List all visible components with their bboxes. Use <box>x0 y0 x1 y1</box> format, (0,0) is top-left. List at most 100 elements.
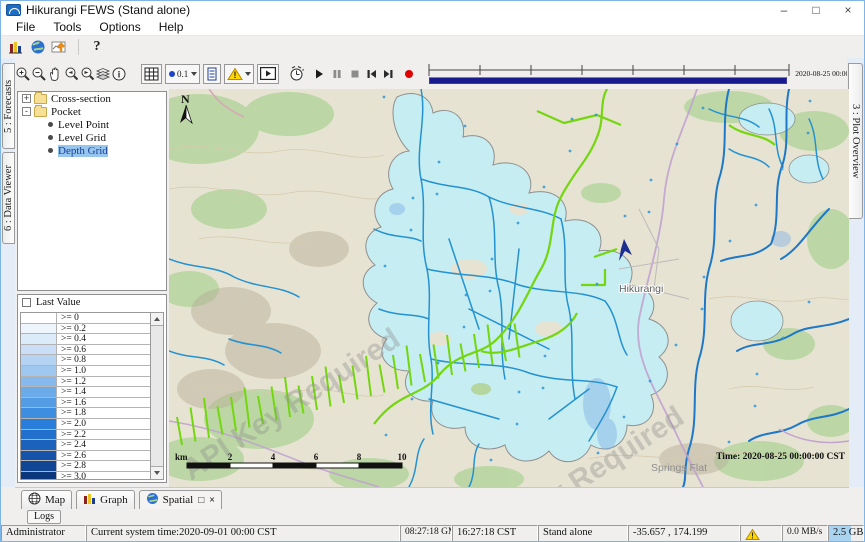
town-label: Hikurangi <box>619 283 663 295</box>
legend-color-swatch <box>21 398 57 408</box>
tab-map[interactable]: Map <box>21 490 72 509</box>
thresholds-dropdown[interactable]: ! <box>224 64 254 84</box>
minimize-button[interactable]: – <box>768 1 800 19</box>
time-slider[interactable] <box>427 61 791 87</box>
legend-row[interactable]: >= 2.6 <box>21 451 150 462</box>
legend-threshold-label: >= 0.2 <box>57 324 86 334</box>
spatial-display-icon[interactable] <box>49 37 71 57</box>
step-forward-button[interactable] <box>382 64 395 84</box>
menu-tools[interactable]: Tools <box>44 19 90 36</box>
status-warning[interactable]: ! <box>740 525 782 542</box>
legend-row[interactable]: >= 0 <box>21 313 150 324</box>
tab-map-label: Map <box>45 494 65 506</box>
legend-button[interactable] <box>203 64 221 84</box>
svg-text:6: 6 <box>314 452 319 462</box>
map-display-icon[interactable] <box>27 37 49 57</box>
expand-icon[interactable]: + <box>22 94 31 103</box>
zoom-out-icon[interactable] <box>31 64 47 84</box>
legend-row[interactable]: >= 0.2 <box>21 324 150 335</box>
tree-item-cross-section[interactable]: + Cross-section <box>18 92 166 105</box>
legend-threshold-label: >= 3.0 <box>57 472 86 480</box>
help-icon[interactable]: ? <box>86 37 108 57</box>
last-value-checkbox[interactable] <box>22 298 31 307</box>
tab-data-viewer[interactable]: 6 : Data Viewer <box>2 152 15 244</box>
scroll-up-icon[interactable] <box>151 313 163 326</box>
legend-row[interactable]: >= 1.6 <box>21 398 150 409</box>
logs-button[interactable]: Logs <box>27 510 61 524</box>
legend-row[interactable]: >= 2.2 <box>21 430 150 441</box>
warning-icon: ! <box>745 528 760 541</box>
legend-row[interactable]: >= 1.8 <box>21 408 150 419</box>
status-bar: Administrator Current system time:2020-0… <box>1 525 864 542</box>
layers-icon[interactable] <box>95 64 111 84</box>
tree-item-depth-grid[interactable]: Depth Grid <box>18 144 166 157</box>
legend-panel: Last Value >= 0>= 0.2>= 0.4>= 0.6>= 0.8>… <box>17 294 167 483</box>
collapse-icon[interactable]: - <box>22 107 31 116</box>
legend-threshold-label: >= 2.8 <box>57 461 86 471</box>
legend-color-swatch <box>21 419 57 429</box>
tree-label-selected[interactable]: Depth Grid <box>58 145 108 157</box>
legend-row[interactable]: >= 2.8 <box>21 461 150 472</box>
scroll-down-icon[interactable] <box>151 466 163 479</box>
tree-label[interactable]: Level Point <box>58 119 109 131</box>
pan-hand-icon[interactable] <box>47 64 63 84</box>
tab-forecasts[interactable]: 5 : Forecasts <box>2 63 15 149</box>
record-button[interactable] <box>403 64 415 84</box>
animation-timer-icon[interactable] <box>288 64 305 84</box>
svg-text:!: ! <box>751 532 754 541</box>
app-logo-icon <box>6 4 21 16</box>
legend-scrollbar[interactable] <box>150 312 164 480</box>
stop-button[interactable] <box>349 64 361 84</box>
database-viewer-icon[interactable] <box>5 37 27 57</box>
legend-threshold-label: >= 1.8 <box>57 408 86 418</box>
play-button[interactable] <box>313 64 325 84</box>
tab-graph[interactable]: Graph <box>76 490 135 509</box>
tree-label[interactable]: Level Grid <box>58 132 106 144</box>
zoom-in-icon[interactable] <box>15 64 31 84</box>
legend-row[interactable]: >= 1.2 <box>21 377 150 388</box>
folder-icon <box>34 107 47 117</box>
step-back-button[interactable] <box>365 64 378 84</box>
animation-export-button[interactable] <box>257 64 279 84</box>
map-view[interactable]: API Key Required API Key Required N km 2… <box>169 89 849 487</box>
tab-spatial[interactable]: Spatial □ × <box>139 490 222 509</box>
legend-color-swatch <box>21 430 57 440</box>
legend-color-swatch <box>21 451 57 461</box>
menu-help[interactable]: Help <box>150 19 193 36</box>
spatial-globe-icon <box>146 492 159 508</box>
zoom-previous-icon[interactable] <box>63 64 79 84</box>
zoom-next-icon[interactable] <box>79 64 95 84</box>
legend-row[interactable]: >= 0.6 <box>21 345 150 356</box>
legend-row[interactable]: >= 2.0 <box>21 419 150 430</box>
maximize-button[interactable]: □ <box>800 1 832 19</box>
legend-row[interactable]: >= 1.0 <box>21 366 150 377</box>
tree-item-level-grid[interactable]: Level Grid <box>18 131 166 144</box>
bottom-tab-bar: Map Graph Spatial □ × <box>15 487 849 509</box>
svg-text:2: 2 <box>228 452 233 462</box>
legend-row[interactable]: >= 3.0 <box>21 472 150 480</box>
tree-item-level-point[interactable]: Level Point <box>18 118 166 131</box>
chevron-down-icon <box>191 72 197 76</box>
legend-row[interactable]: >= 0.4 <box>21 334 150 345</box>
tab-restore-icon[interactable]: □ <box>198 495 204 506</box>
legend-row[interactable]: >= 1.4 <box>21 387 150 398</box>
tree-label[interactable]: Pocket <box>51 106 81 118</box>
svg-text:10: 10 <box>398 452 408 462</box>
pause-button[interactable] <box>331 64 343 84</box>
time-span-bar[interactable] <box>429 77 787 84</box>
legend-row[interactable]: >= 2.4 <box>21 440 150 451</box>
info-icon[interactable]: i <box>111 64 127 84</box>
tree-label[interactable]: Cross-section <box>51 93 111 105</box>
close-button[interactable]: × <box>832 1 864 19</box>
class-break-dropdown[interactable]: 0.1 <box>165 64 200 84</box>
menu-file[interactable]: File <box>7 19 44 36</box>
legend-threshold-label: >= 0.6 <box>57 345 86 355</box>
tab-close-icon[interactable]: × <box>209 495 215 506</box>
legend-row[interactable]: >= 0.8 <box>21 355 150 366</box>
tree-item-pocket[interactable]: - Pocket <box>18 105 166 118</box>
grid-display-button[interactable] <box>141 64 162 84</box>
legend-color-swatch <box>21 440 57 450</box>
tab-plot-overview[interactable]: 3 : Plot Overview <box>848 63 863 219</box>
status-system-time: Current system time:2020-09-01 00:00 CST <box>86 525 400 542</box>
menu-options[interactable]: Options <box>90 19 149 36</box>
